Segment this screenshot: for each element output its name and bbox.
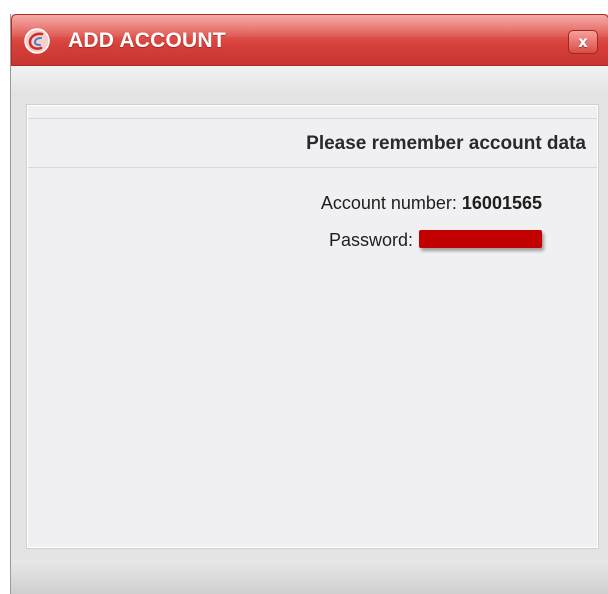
- account-data-panel: Please remember account data Account num…: [26, 104, 599, 549]
- account-number-label: Account number:: [320, 193, 457, 213]
- dialog-footer: [11, 560, 608, 594]
- password-redaction-bar: [419, 230, 542, 249]
- password-label: Password:: [328, 230, 413, 250]
- panel-heading: Please remember account data: [306, 133, 586, 154]
- panel-header: Please remember account data: [28, 118, 597, 168]
- close-icon[interactable]: x: [569, 31, 597, 53]
- account-number-row: Account number: 16001565: [321, 193, 542, 214]
- app-logo-icon: [24, 28, 50, 54]
- password-row: Password:: [329, 230, 542, 251]
- add-account-dialog: ADD ACCOUNT x Please remember account da…: [10, 14, 608, 594]
- dialog-title: ADD ACCOUNT: [68, 29, 226, 52]
- close-button[interactable]: x: [568, 30, 598, 54]
- title-bar[interactable]: ADD ACCOUNT x: [11, 14, 608, 66]
- account-number-value: 16001565: [461, 193, 542, 213]
- toolbar-strip: [11, 66, 608, 96]
